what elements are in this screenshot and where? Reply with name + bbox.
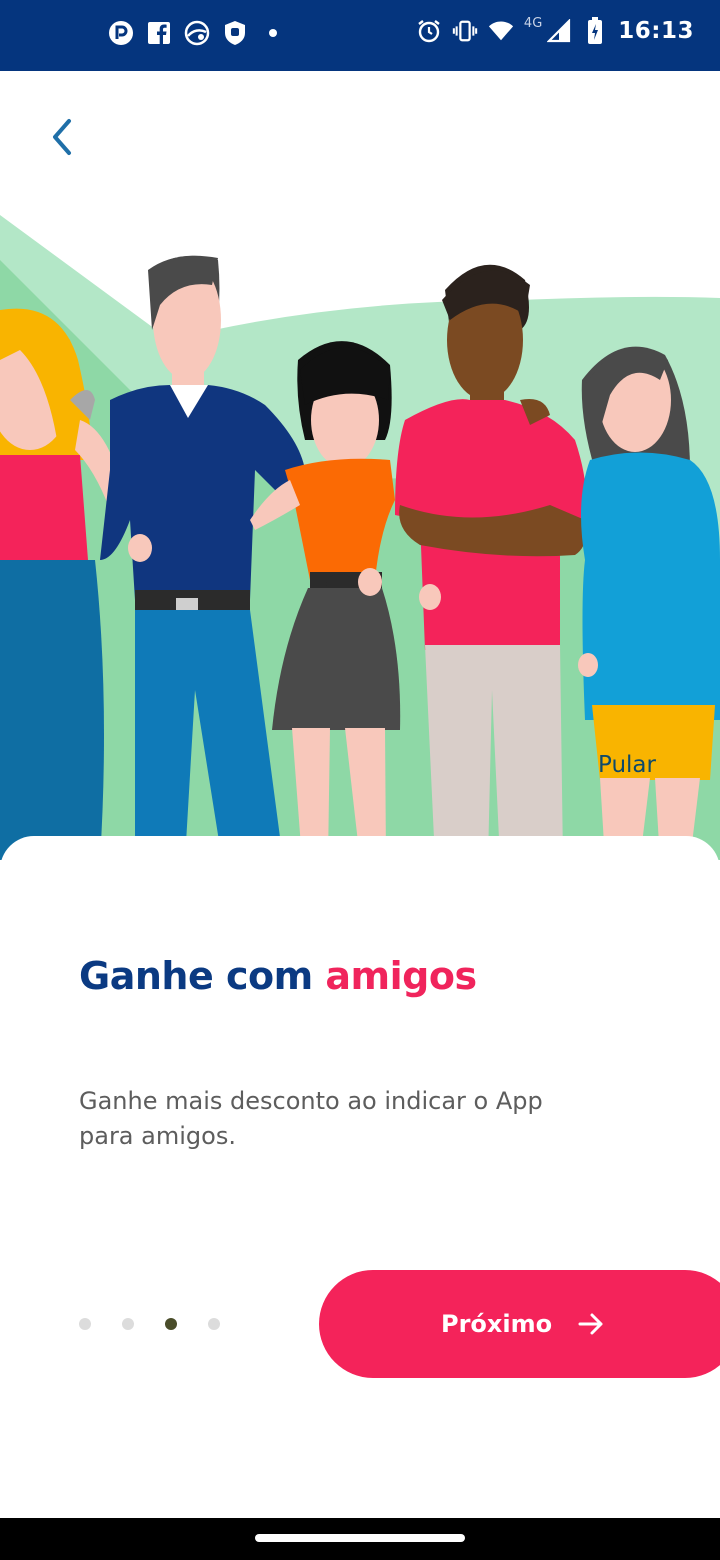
content-card — [0, 836, 720, 1518]
facebook-icon — [146, 20, 172, 46]
status-bar: 4G 16:13 — [0, 0, 720, 71]
clock-time: 16:13 — [618, 18, 694, 44]
page-title-part1: Ganhe com — [79, 954, 326, 998]
skip-button[interactable]: Pular — [598, 752, 656, 778]
dot-icon — [260, 20, 286, 46]
pager-dots — [79, 1318, 220, 1330]
system-nav-bar — [0, 1518, 720, 1560]
network-type-label: 4G — [523, 15, 543, 31]
next-button-label: Próximo — [441, 1310, 553, 1338]
app-p-icon — [108, 20, 134, 46]
status-bar-notifications — [108, 20, 286, 46]
wifi-icon — [488, 18, 514, 44]
shield-icon — [222, 20, 248, 46]
alarm-icon — [416, 18, 442, 44]
pager-dot-2[interactable] — [122, 1318, 134, 1330]
battery-charging-icon — [582, 17, 608, 44]
back-button[interactable] — [36, 108, 88, 166]
status-bar-system: 4G 16:13 — [416, 15, 694, 44]
page-title-highlight: amigos — [325, 954, 477, 998]
chevron-left-icon — [53, 119, 71, 155]
page-title: Ganhe com amigos — [79, 954, 477, 998]
signal-icon — [546, 18, 572, 44]
page-description: Ganhe mais desconto ao indicar o App par… — [79, 1087, 543, 1150]
vibrate-icon — [452, 18, 478, 44]
arrow-right-icon — [576, 1309, 606, 1339]
pager-dot-1[interactable] — [79, 1318, 91, 1330]
pager-dot-3-active[interactable] — [165, 1318, 177, 1330]
next-button[interactable]: Próximo — [319, 1270, 720, 1378]
pager-dot-4[interactable] — [208, 1318, 220, 1330]
home-indicator[interactable] — [255, 1534, 465, 1542]
browser-icon — [184, 20, 210, 46]
